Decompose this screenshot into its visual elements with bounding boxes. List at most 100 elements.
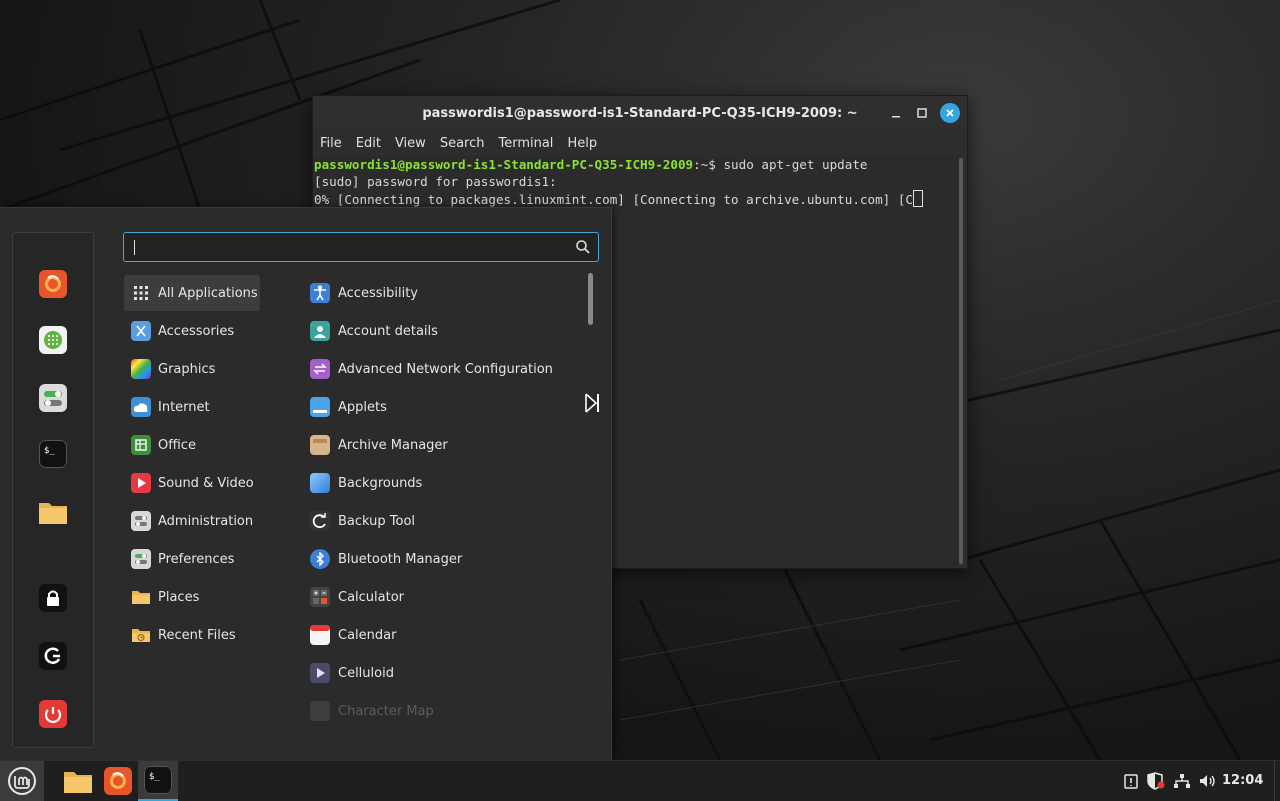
start-menu-button[interactable] [0, 761, 44, 801]
category-all-applications[interactable]: All Applications [124, 275, 260, 311]
palette-icon [131, 359, 151, 379]
menu-edit[interactable]: Edit [349, 136, 388, 151]
show-desktop-button[interactable] [1268, 761, 1280, 801]
maximize-icon [917, 108, 927, 118]
tray-volume[interactable] [1196, 761, 1220, 801]
app-grid-icon [39, 326, 67, 354]
app-bluetooth-manager[interactable]: Bluetooth Manager [302, 541, 582, 577]
favorite-software-manager[interactable] [38, 325, 68, 355]
logout-button[interactable] [38, 641, 68, 671]
menu-search[interactable]: Search [433, 136, 492, 151]
favorite-settings[interactable] [38, 383, 68, 413]
taskbar-firefox[interactable] [100, 761, 136, 801]
user-icon [310, 321, 330, 341]
category-label: Office [158, 437, 196, 453]
app-advanced-network-configuration[interactable]: Advanced Network Configuration [302, 351, 582, 387]
progress-text: 0% [Connecting to packages.linuxmint.com… [314, 192, 913, 207]
grid-icon [131, 283, 151, 303]
menu-file[interactable]: File [313, 136, 349, 151]
apps-scrollbar[interactable] [588, 273, 593, 325]
text-caret [134, 240, 135, 255]
taskbar-terminal[interactable]: $_ [138, 761, 178, 801]
firefox-icon [104, 767, 132, 795]
terminal-line: passwordis1@password-is1-Standard-PC-Q35… [314, 156, 958, 173]
app-label: Accessibility [338, 285, 418, 301]
menu-terminal[interactable]: Terminal [491, 136, 560, 151]
favorite-terminal[interactable]: $_ [38, 439, 68, 469]
app-label: Calendar [338, 627, 397, 643]
show-desktop-divider [1273, 761, 1275, 801]
clock[interactable]: 12:04 [1222, 773, 1263, 788]
taskbar: $_ 12:04 [0, 760, 1280, 801]
terminal-cursor [912, 190, 923, 207]
category-office[interactable]: Office [124, 427, 260, 463]
close-button[interactable] [940, 103, 960, 123]
taskbar-files[interactable] [60, 761, 96, 801]
category-label: Accessories [158, 323, 235, 339]
category-preferences[interactable]: Preferences [124, 541, 260, 577]
app-celluloid[interactable]: Celluloid [302, 655, 582, 691]
firefox-icon [39, 270, 67, 298]
administration-icon [131, 511, 151, 531]
app-label: Backup Tool [338, 513, 416, 529]
app-backup-tool[interactable]: Backup Tool [302, 503, 582, 539]
lock-screen-button[interactable] [38, 583, 68, 613]
minimize-button[interactable] [887, 104, 905, 122]
category-graphics[interactable]: Graphics [124, 351, 260, 387]
shutdown-button[interactable] [38, 699, 68, 729]
app-calculator[interactable]: Calculator [302, 579, 582, 615]
folder-icon [64, 772, 92, 793]
volume-icon [1200, 775, 1215, 787]
app-calendar[interactable]: Calendar [302, 617, 582, 653]
office-icon [131, 435, 151, 455]
terminal-icon: $_ [39, 440, 67, 468]
maximize-button[interactable] [913, 104, 931, 122]
terminal-line: 0% [Connecting to packages.linuxmint.com… [314, 190, 958, 208]
mint-logo-icon [8, 767, 36, 795]
tray-network[interactable] [1170, 761, 1194, 801]
app-character-map[interactable]: Character Map [302, 693, 582, 729]
app-label: Calculator [338, 589, 405, 605]
category-label: Administration [158, 513, 254, 529]
prompt-user: passwordis1@password-is1-Standard-PC-Q35… [314, 157, 694, 172]
tray-updates[interactable] [1120, 761, 1142, 801]
app-applets[interactable]: Applets [302, 389, 582, 425]
favorite-files[interactable] [38, 497, 68, 527]
favorite-firefox[interactable] [38, 269, 68, 299]
svg-text:$_: $_ [44, 446, 55, 456]
category-accessories[interactable]: Accessories [124, 313, 260, 349]
search-input[interactable] [123, 232, 599, 262]
calendar-icon [310, 625, 330, 645]
menu-help[interactable]: Help [560, 136, 604, 151]
command-text: sudo apt-get update [723, 157, 868, 172]
close-icon [946, 109, 954, 117]
category-recent-files[interactable]: Recent Files [124, 617, 260, 653]
app-backgrounds[interactable]: Backgrounds [302, 465, 582, 501]
play-icon [131, 473, 151, 493]
menu-view[interactable]: View [388, 136, 433, 151]
application-menu: $_ All Applications Accessories Graphics… [0, 207, 612, 761]
category-label: Graphics [158, 361, 216, 377]
terminal-titlebar[interactable]: passwordis1@password-is1-Standard-PC-Q35… [313, 96, 967, 130]
app-label: Advanced Network Configuration [338, 361, 553, 377]
backup-icon [310, 511, 330, 531]
category-internet[interactable]: Internet [124, 389, 260, 425]
tray-security[interactable] [1144, 761, 1168, 801]
terminal-line: [sudo] password for passwordis1: [314, 174, 557, 189]
search-icon [576, 240, 590, 254]
app-label: Celluloid [338, 665, 394, 681]
category-sound-video[interactable]: Sound & Video [124, 465, 260, 501]
app-archive-manager[interactable]: Archive Manager [302, 427, 582, 463]
category-administration[interactable]: Administration [124, 503, 260, 539]
prompt-path: :~$ [693, 157, 724, 172]
network-icon [1174, 774, 1190, 788]
bluetooth-icon [310, 549, 330, 569]
category-label: Sound & Video [158, 475, 254, 491]
app-account-details[interactable]: Account details [302, 313, 582, 349]
category-places[interactable]: Places [124, 579, 260, 615]
accessibility-icon [310, 283, 330, 303]
character-map-icon [310, 701, 330, 721]
recent-folder-icon [131, 625, 151, 645]
terminal-scrollbar[interactable] [959, 158, 963, 564]
app-accessibility[interactable]: Accessibility [302, 275, 582, 311]
